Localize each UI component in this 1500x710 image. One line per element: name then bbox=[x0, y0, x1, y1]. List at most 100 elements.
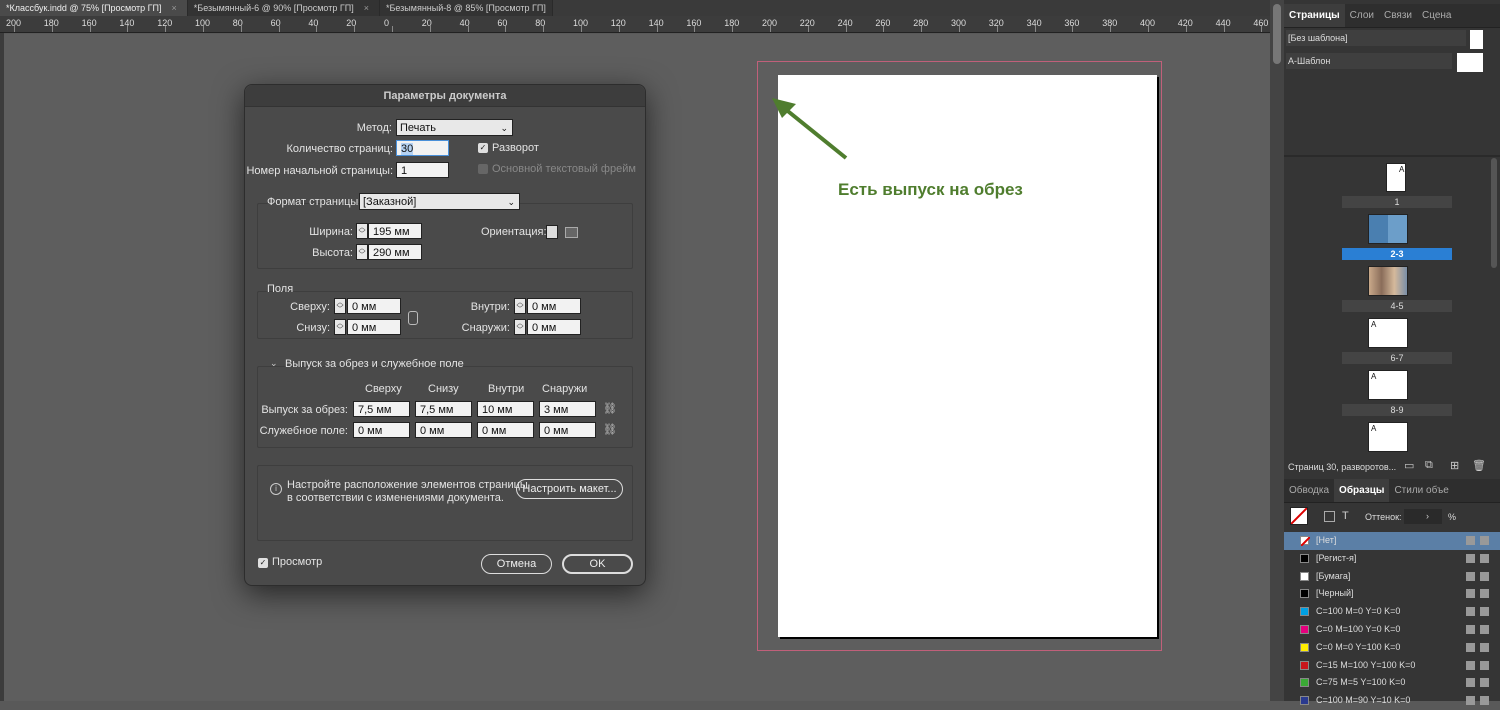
page-thumb-6-7[interactable]: A bbox=[1368, 318, 1408, 348]
margin-outside-stepper[interactable]: ︿ ﹀ bbox=[514, 319, 526, 335]
vertical-scrollbar[interactable] bbox=[1270, 0, 1284, 701]
pages-status: Страниц 30, разворотов... bbox=[1288, 462, 1397, 472]
pages-count-input[interactable]: 30 bbox=[396, 140, 449, 156]
page-thumb-10-11[interactable]: A bbox=[1368, 422, 1408, 452]
chevron-down-icon[interactable]: ⌄ bbox=[270, 358, 278, 369]
slug-top-input[interactable]: 0 мм bbox=[353, 422, 410, 438]
ok-button[interactable]: OK bbox=[562, 554, 633, 574]
tint-input[interactable] bbox=[1404, 509, 1442, 524]
tint-label: Оттенок: bbox=[1365, 512, 1402, 522]
document-tab-1[interactable]: *Классбук.indd @ 75% [Просмотр ГП] × bbox=[0, 0, 188, 16]
page-thumb-8-9[interactable]: A bbox=[1368, 370, 1408, 400]
width-input[interactable]: 195 мм bbox=[368, 223, 422, 239]
tab-swatches[interactable]: Образцы bbox=[1334, 479, 1390, 502]
cancel-button[interactable]: Отмена bbox=[481, 554, 552, 574]
landscape-icon[interactable] bbox=[565, 227, 578, 238]
swatch-row[interactable]: C=100 M=90 Y=10 K=0 bbox=[1284, 692, 1500, 710]
margin-bottom-input[interactable]: 0 мм bbox=[347, 319, 401, 335]
primary-frame-checkbox[interactable] bbox=[478, 164, 488, 174]
ruler-label: 100 bbox=[195, 18, 211, 28]
document-tab-2[interactable]: *Безымянный-6 @ 90% [Просмотр ГП] × bbox=[187, 0, 380, 16]
swatch-row[interactable]: [Регист-я] bbox=[1284, 550, 1500, 568]
master-a-thumb[interactable] bbox=[1457, 53, 1483, 72]
swatch-row[interactable]: C=15 M=100 Y=100 K=0 bbox=[1284, 657, 1500, 675]
bleed-bottom-input[interactable]: 7,5 мм bbox=[415, 401, 472, 417]
document-tab-3[interactable]: *Безымянный-8 @ 85% [Просмотр ГП] bbox=[379, 0, 553, 16]
chevron-right-icon[interactable]: › bbox=[1426, 511, 1429, 521]
height-stepper[interactable]: ︿ ﹀ bbox=[356, 244, 368, 260]
swatch-row[interactable]: C=100 M=0 Y=0 K=0 bbox=[1284, 603, 1500, 621]
pages-scrollbar[interactable] bbox=[1491, 158, 1497, 268]
page-thumb-1[interactable]: A bbox=[1386, 163, 1406, 192]
tab-object-styles[interactable]: Стили объе bbox=[1389, 479, 1453, 502]
page-size-icon[interactable]: ▭ bbox=[1404, 459, 1414, 472]
height-input[interactable]: 290 мм bbox=[368, 244, 422, 260]
preview-checkbox[interactable]: ✓ bbox=[258, 558, 268, 568]
swatch-row[interactable]: [Нет] bbox=[1284, 532, 1500, 550]
margin-outside-label: Снаружи: bbox=[461, 322, 510, 334]
bleed-inside-input[interactable]: 10 мм bbox=[477, 401, 534, 417]
close-icon[interactable]: × bbox=[172, 3, 177, 13]
link-chain-icon[interactable] bbox=[408, 311, 418, 325]
swatch-name: [Бумага] bbox=[1316, 570, 1351, 581]
tab-stroke[interactable]: Обводка bbox=[1284, 479, 1334, 502]
slug-inside-input[interactable]: 0 мм bbox=[477, 422, 534, 438]
bleed-top-input[interactable]: 7,5 мм bbox=[353, 401, 410, 417]
scrollbar-thumb[interactable] bbox=[1273, 4, 1281, 64]
master-none-thumb[interactable] bbox=[1470, 30, 1483, 49]
ruler-label: 300 bbox=[951, 18, 967, 28]
portrait-icon[interactable] bbox=[546, 225, 558, 239]
new-master-icon[interactable]: ⧉ bbox=[1425, 459, 1433, 472]
container-icon[interactable] bbox=[1324, 511, 1335, 522]
bleed-outside-input[interactable]: 3 мм bbox=[539, 401, 596, 417]
new-page-icon[interactable]: ⊞ bbox=[1450, 459, 1459, 472]
color-mode-icon bbox=[1466, 642, 1475, 652]
slug-bottom-input[interactable]: 0 мм bbox=[415, 422, 472, 438]
margin-top-stepper[interactable]: ︿ ﹀ bbox=[334, 298, 346, 314]
margin-bottom-stepper[interactable]: ︿ ﹀ bbox=[334, 319, 346, 335]
margin-outside-input[interactable]: 0 мм bbox=[527, 319, 581, 335]
trash-icon[interactable]: 🗑 bbox=[1472, 459, 1486, 472]
page-label-6-7: 6-7 bbox=[1342, 352, 1452, 364]
page-thumb-4-5[interactable] bbox=[1368, 266, 1408, 296]
margin-top-input[interactable]: 0 мм bbox=[347, 298, 401, 314]
page-thumbnails[interactable]: A 1 2-3 4-5 A 6-7 A 8-9 A bbox=[1284, 158, 1490, 460]
width-label: Ширина: bbox=[309, 226, 353, 238]
ruler-label: 40 bbox=[459, 18, 470, 28]
swatch-row[interactable]: C=0 M=0 Y=100 K=0 bbox=[1284, 639, 1500, 657]
unlink-icon[interactable]: ⛓ bbox=[603, 423, 617, 436]
master-none[interactable]: [Без шаблона] bbox=[1286, 30, 1466, 46]
bleed-section-title[interactable]: Выпуск за обрез и служебное поле bbox=[285, 358, 464, 370]
width-stepper[interactable]: ︿ ﹀ bbox=[356, 223, 368, 239]
bleed-col-bottom: Снизу bbox=[428, 383, 459, 395]
horizontal-ruler[interactable]: 200 180 160 140 120 100 80 60 40 20 0 20 40 60 80 100 12… bbox=[0, 16, 1284, 33]
adjust-layout-button[interactable]: Настроить макет... bbox=[516, 479, 623, 499]
pages-panel-tabs: Страницы Слои Связи Сцена bbox=[1284, 4, 1500, 28]
color-type-icon bbox=[1480, 536, 1489, 545]
swatch-color bbox=[1300, 625, 1309, 634]
tab-links[interactable]: Связи bbox=[1379, 4, 1417, 27]
swatch-row[interactable]: [Черный] bbox=[1284, 585, 1500, 603]
text-icon[interactable]: T bbox=[1342, 510, 1349, 522]
swatch-row[interactable]: [Бумага] bbox=[1284, 568, 1500, 586]
tab-layers[interactable]: Слои bbox=[1345, 4, 1379, 27]
margin-inside-input[interactable]: 0 мм bbox=[527, 298, 581, 314]
slug-outside-input[interactable]: 0 мм bbox=[539, 422, 596, 438]
tab-label: *Безымянный-6 @ 90% [Просмотр ГП] bbox=[193, 3, 354, 13]
swatch-row[interactable]: C=75 M=5 Y=100 K=0 bbox=[1284, 674, 1500, 692]
swatch-row[interactable]: C=0 M=100 Y=0 K=0 bbox=[1284, 621, 1500, 639]
spread-checkbox[interactable]: ✓ bbox=[478, 143, 488, 153]
start-page-input[interactable]: 1 bbox=[396, 162, 449, 178]
unlink-icon[interactable]: ⛓ bbox=[603, 402, 617, 415]
method-select[interactable]: Печать ⌄ bbox=[396, 119, 513, 136]
tab-stage[interactable]: Сцена bbox=[1417, 4, 1456, 27]
fill-stroke-icon[interactable] bbox=[1290, 507, 1308, 525]
master-a[interactable]: А-Шаблон bbox=[1286, 53, 1452, 69]
margin-inside-stepper[interactable]: ︿ ﹀ bbox=[514, 298, 526, 314]
tab-pages[interactable]: Страницы bbox=[1284, 4, 1345, 27]
page-thumb-2-3[interactable] bbox=[1368, 214, 1408, 244]
close-icon[interactable]: × bbox=[364, 3, 369, 13]
swatch-color bbox=[1300, 678, 1309, 688]
page-size-select[interactable]: [Заказной] ⌄ bbox=[359, 193, 520, 210]
swatch-name: [Нет] bbox=[1316, 535, 1337, 545]
